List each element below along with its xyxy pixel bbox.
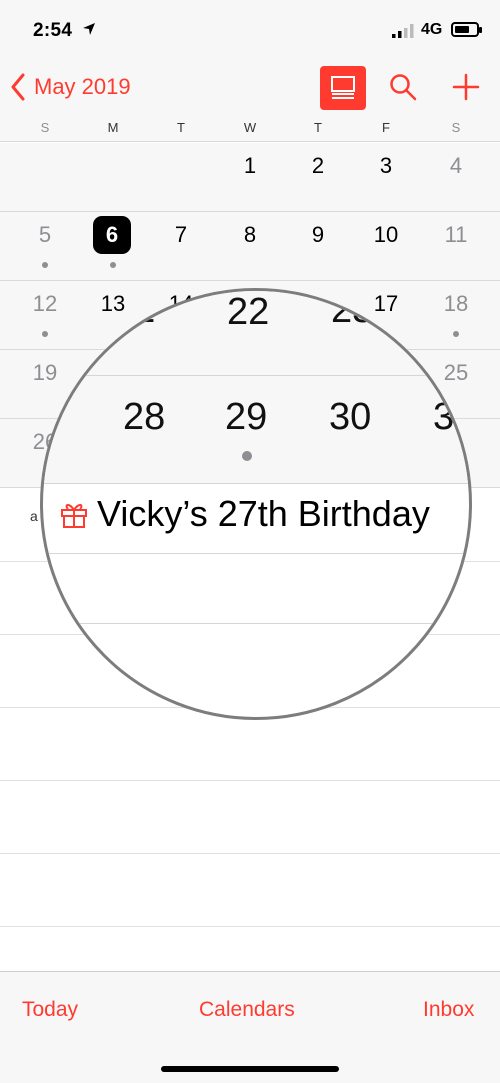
day-cell[interactable]: 1	[226, 143, 274, 212]
divider	[43, 553, 469, 554]
day-cell[interactable]: 4	[432, 143, 480, 212]
event-row-stub[interactable]: a	[30, 508, 38, 524]
day-cell[interactable]: 8	[226, 212, 274, 281]
magnified-day: 29	[225, 396, 268, 438]
divider	[43, 375, 469, 376]
divider	[43, 623, 469, 624]
home-indicator[interactable]	[161, 1066, 339, 1072]
magnified-day: 31	[433, 396, 472, 438]
back-month-button[interactable]: May 2019	[10, 72, 131, 102]
week-row: 1 2 3 4	[0, 143, 500, 212]
day-cell[interactable]: 2	[294, 143, 342, 212]
plus-icon[interactable]	[452, 72, 480, 102]
magnified-day: 23	[331, 289, 374, 331]
magnified-day: 21	[113, 289, 156, 331]
event-title[interactable]: Vicky’s 27th Birthday	[97, 493, 430, 535]
magnified-grid: 21 22 23 28 29 30 31	[43, 289, 472, 483]
day-cell[interactable]: 10	[362, 212, 410, 281]
chevron-left-icon	[11, 73, 25, 101]
location-arrow-icon	[83, 23, 95, 35]
day-cell[interactable]: 11	[432, 212, 480, 281]
battery-icon	[451, 22, 482, 37]
weekday-label: S	[40, 120, 50, 135]
list-view-button[interactable]	[320, 66, 366, 110]
weekday-label: M	[107, 120, 119, 135]
magnified-day: 28	[123, 396, 166, 438]
today-tab[interactable]: Today	[22, 998, 78, 1022]
event-dot	[242, 451, 252, 461]
day-cell[interactable]: 9	[294, 212, 342, 281]
list-view-icon	[331, 76, 355, 99]
network-type: 4G	[421, 21, 443, 38]
back-month-label: May 2019	[34, 74, 131, 99]
inbox-tab[interactable]: Inbox	[423, 998, 474, 1022]
divider	[0, 780, 500, 781]
status-time: 2:54	[33, 20, 73, 41]
status-bar: 2:54 4G	[0, 0, 500, 60]
event-dot	[42, 262, 48, 268]
weekday-label: F	[382, 120, 390, 135]
weekday-label: W	[243, 120, 257, 135]
divider	[0, 926, 500, 927]
day-cell[interactable]: 3	[362, 143, 410, 212]
signal-icon	[392, 24, 414, 38]
weekday-header: S M T W T F S	[0, 120, 500, 138]
divider	[43, 483, 469, 484]
day-cell[interactable]: 5	[21, 212, 69, 281]
search-icon[interactable]	[389, 72, 417, 102]
magnified-day: 30	[329, 396, 372, 438]
gift-icon	[61, 504, 87, 528]
magnified-day: 22	[227, 291, 270, 333]
weekday-label: S	[451, 120, 461, 135]
week-row: 5 6 7 8 9 10 11	[0, 212, 500, 281]
weekday-label: T	[314, 120, 322, 135]
day-cell-today[interactable]: 6	[89, 212, 137, 281]
nav-bar: May 2019 S M T W T F S	[0, 60, 500, 142]
divider	[0, 853, 500, 854]
calendars-tab[interactable]: Calendars	[199, 998, 295, 1022]
day-cell[interactable]: 7	[157, 212, 205, 281]
event-dot	[110, 262, 116, 268]
magnifier-overlay: 21 22 23 28 29 30 31 Vicky’s 27th Birthd…	[40, 288, 472, 720]
weekday-label: T	[177, 120, 185, 135]
